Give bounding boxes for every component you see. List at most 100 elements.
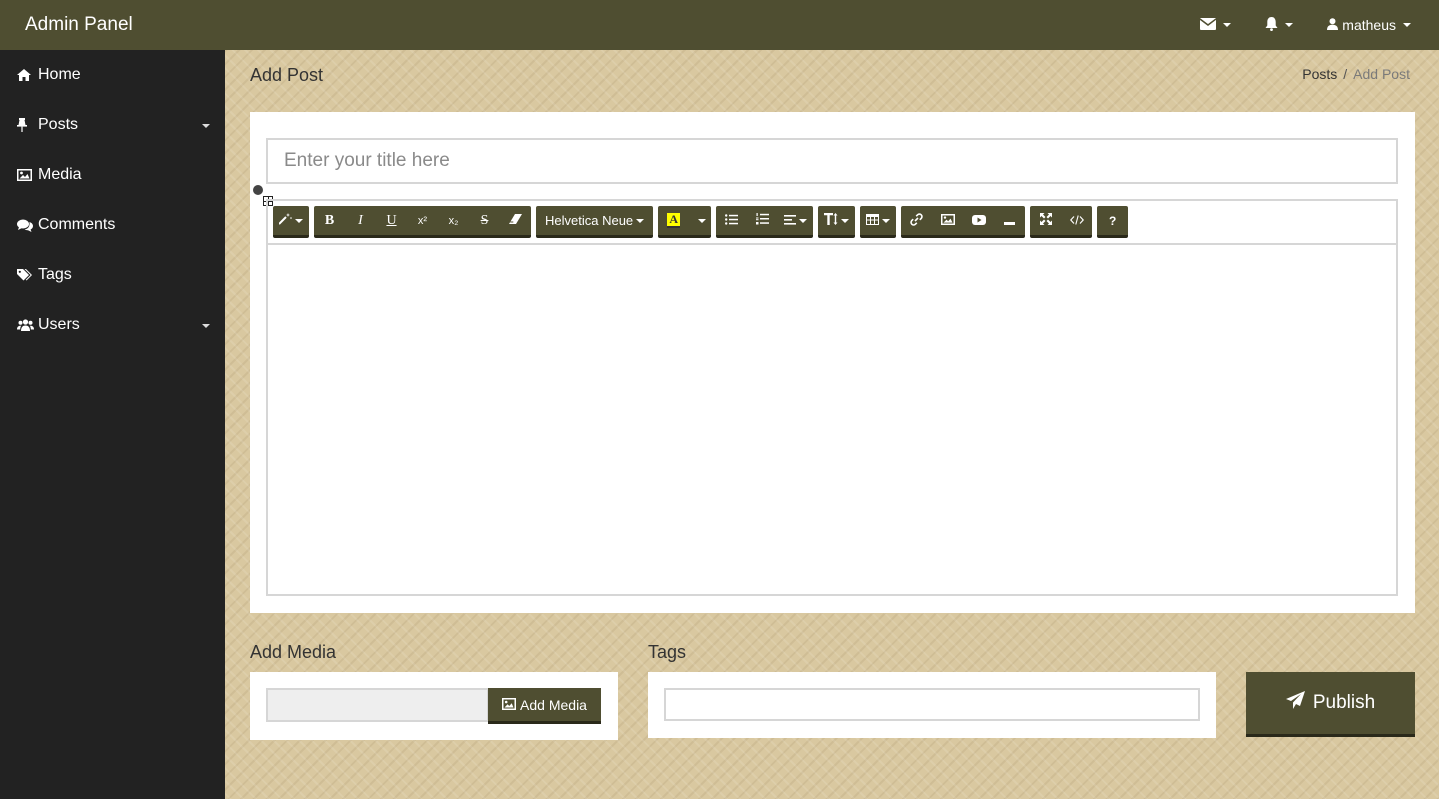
fullscreen-icon xyxy=(1039,213,1052,228)
list-ol-icon xyxy=(756,213,770,228)
insert-table-dropdown[interactable] xyxy=(860,206,896,235)
help-button[interactable]: ? xyxy=(1097,206,1128,235)
resize-handle-dot-icon[interactable] xyxy=(253,185,263,195)
chevron-down-icon xyxy=(697,218,706,223)
add-media-button-label: Add Media xyxy=(520,696,587,713)
sidebar: Home Posts Media Comments Tags Users xyxy=(0,50,225,799)
table-icon xyxy=(866,213,880,228)
ordered-list-button[interactable] xyxy=(747,206,778,235)
font-name-group: Helvetica Neue xyxy=(536,206,654,238)
user-icon xyxy=(1327,17,1339,33)
home-icon xyxy=(17,69,34,81)
color-group: A xyxy=(658,206,712,238)
tags-input[interactable] xyxy=(664,688,1200,721)
breadcrumb: Posts / Add Post xyxy=(1302,66,1410,82)
magic-wand-icon xyxy=(278,213,292,228)
recent-color-button[interactable]: A xyxy=(658,206,689,235)
chevron-down-icon xyxy=(882,218,891,223)
fullscreen-button[interactable] xyxy=(1030,206,1061,235)
help-group: ? xyxy=(1097,206,1129,238)
sidebar-item-posts[interactable]: Posts xyxy=(0,100,225,150)
highlight-color-icon: A xyxy=(667,212,680,228)
sidebar-item-label: Comments xyxy=(38,216,116,233)
table-group xyxy=(860,206,897,238)
view-group xyxy=(1030,206,1093,238)
sidebar-item-tags[interactable]: Tags xyxy=(0,250,225,300)
superscript-button[interactable]: x² xyxy=(407,206,438,235)
style-group xyxy=(273,206,309,238)
breadcrumb-link-posts[interactable]: Posts xyxy=(1302,66,1337,82)
top-navbar: Admin Panel matheus xyxy=(0,0,1439,50)
breadcrumb-current: Add Post xyxy=(1353,66,1410,82)
code-view-button[interactable] xyxy=(1061,206,1092,235)
style-button[interactable] xyxy=(273,206,309,235)
align-left-icon xyxy=(784,213,797,228)
notifications-dropdown[interactable] xyxy=(1265,16,1294,34)
horizontal-rule-button[interactable] xyxy=(994,206,1025,235)
editor-content-area[interactable] xyxy=(268,245,1396,594)
sidebar-item-label: Tags xyxy=(38,266,72,283)
font-style-group: B I U x² x₂ S xyxy=(314,206,531,238)
code-icon xyxy=(1069,213,1084,228)
sidebar-item-label: Media xyxy=(38,166,82,183)
brand-title[interactable]: Admin Panel xyxy=(25,14,133,36)
sidebar-item-label: Home xyxy=(38,66,81,83)
insert-group xyxy=(901,206,1026,238)
italic-button[interactable]: I xyxy=(345,206,376,235)
insert-picture-button[interactable] xyxy=(932,206,963,235)
eraser-icon xyxy=(509,213,522,228)
height-group xyxy=(818,206,856,238)
media-path-input[interactable] xyxy=(266,688,489,722)
page-title: Add Post xyxy=(250,65,324,85)
list-ul-icon xyxy=(725,213,739,228)
sidebar-item-label: Posts xyxy=(38,116,79,133)
chevron-down-icon xyxy=(799,218,808,223)
paragraph-align-dropdown[interactable] xyxy=(778,206,813,235)
strikethrough-button[interactable]: S xyxy=(469,206,500,235)
clear-format-button[interactable] xyxy=(500,206,531,235)
sidebar-item-comments[interactable]: Comments xyxy=(0,200,225,250)
insert-video-button[interactable] xyxy=(963,206,994,235)
username: matheus xyxy=(1342,17,1396,33)
add-media-panel: Add Media xyxy=(250,672,618,740)
bold-button[interactable]: B xyxy=(314,206,345,235)
underline-button[interactable]: U xyxy=(376,206,407,235)
top-right-menu: matheus xyxy=(1199,0,1411,50)
pin-icon xyxy=(17,118,34,132)
editor-toolbar: B I U x² x₂ S Helvetica Neue A ? xyxy=(268,201,1396,245)
tags-icon xyxy=(17,268,34,282)
chevron-down-icon xyxy=(1223,23,1232,27)
chevron-down-icon xyxy=(636,218,645,223)
text-height-icon xyxy=(824,213,838,228)
rich-text-editor: B I U x² x₂ S Helvetica Neue A ? xyxy=(266,199,1398,596)
sidebar-item-users[interactable]: Users xyxy=(0,300,225,350)
chevron-down-icon xyxy=(295,218,303,223)
user-dropdown[interactable]: matheus xyxy=(1327,17,1411,33)
envelope-icon xyxy=(1199,17,1217,33)
chevron-down-icon xyxy=(841,218,850,223)
sidebar-item-media[interactable]: Media xyxy=(0,150,225,200)
subscript-button[interactable]: x₂ xyxy=(438,206,469,235)
publish-button[interactable]: Publish xyxy=(1246,672,1415,737)
font-family-dropdown[interactable]: Helvetica Neue xyxy=(536,206,653,235)
paragraph-group xyxy=(716,206,814,238)
add-media-button[interactable]: Add Media xyxy=(488,688,601,724)
chevron-down-icon xyxy=(202,324,210,328)
sidebar-item-home[interactable]: Home xyxy=(0,50,225,100)
insert-link-button[interactable] xyxy=(901,206,932,235)
bell-icon xyxy=(1265,16,1278,34)
font-family-label: Helvetica Neue xyxy=(545,213,634,228)
sidebar-item-label: Users xyxy=(38,316,80,333)
messages-dropdown[interactable] xyxy=(1199,17,1232,33)
picture-icon xyxy=(940,213,955,228)
chevron-down-icon xyxy=(202,124,210,128)
post-editor-panel: B I U x² x₂ S Helvetica Neue xyxy=(250,112,1415,613)
color-dropdown-button[interactable] xyxy=(689,206,711,235)
breadcrumb-separator: / xyxy=(1343,66,1348,82)
publish-button-label: Publish xyxy=(1312,692,1376,713)
line-height-dropdown[interactable] xyxy=(818,206,855,235)
paper-plane-icon xyxy=(1285,691,1305,715)
post-title-input[interactable] xyxy=(266,138,1398,184)
tags-panel xyxy=(648,672,1216,738)
unordered-list-button[interactable] xyxy=(716,206,747,235)
